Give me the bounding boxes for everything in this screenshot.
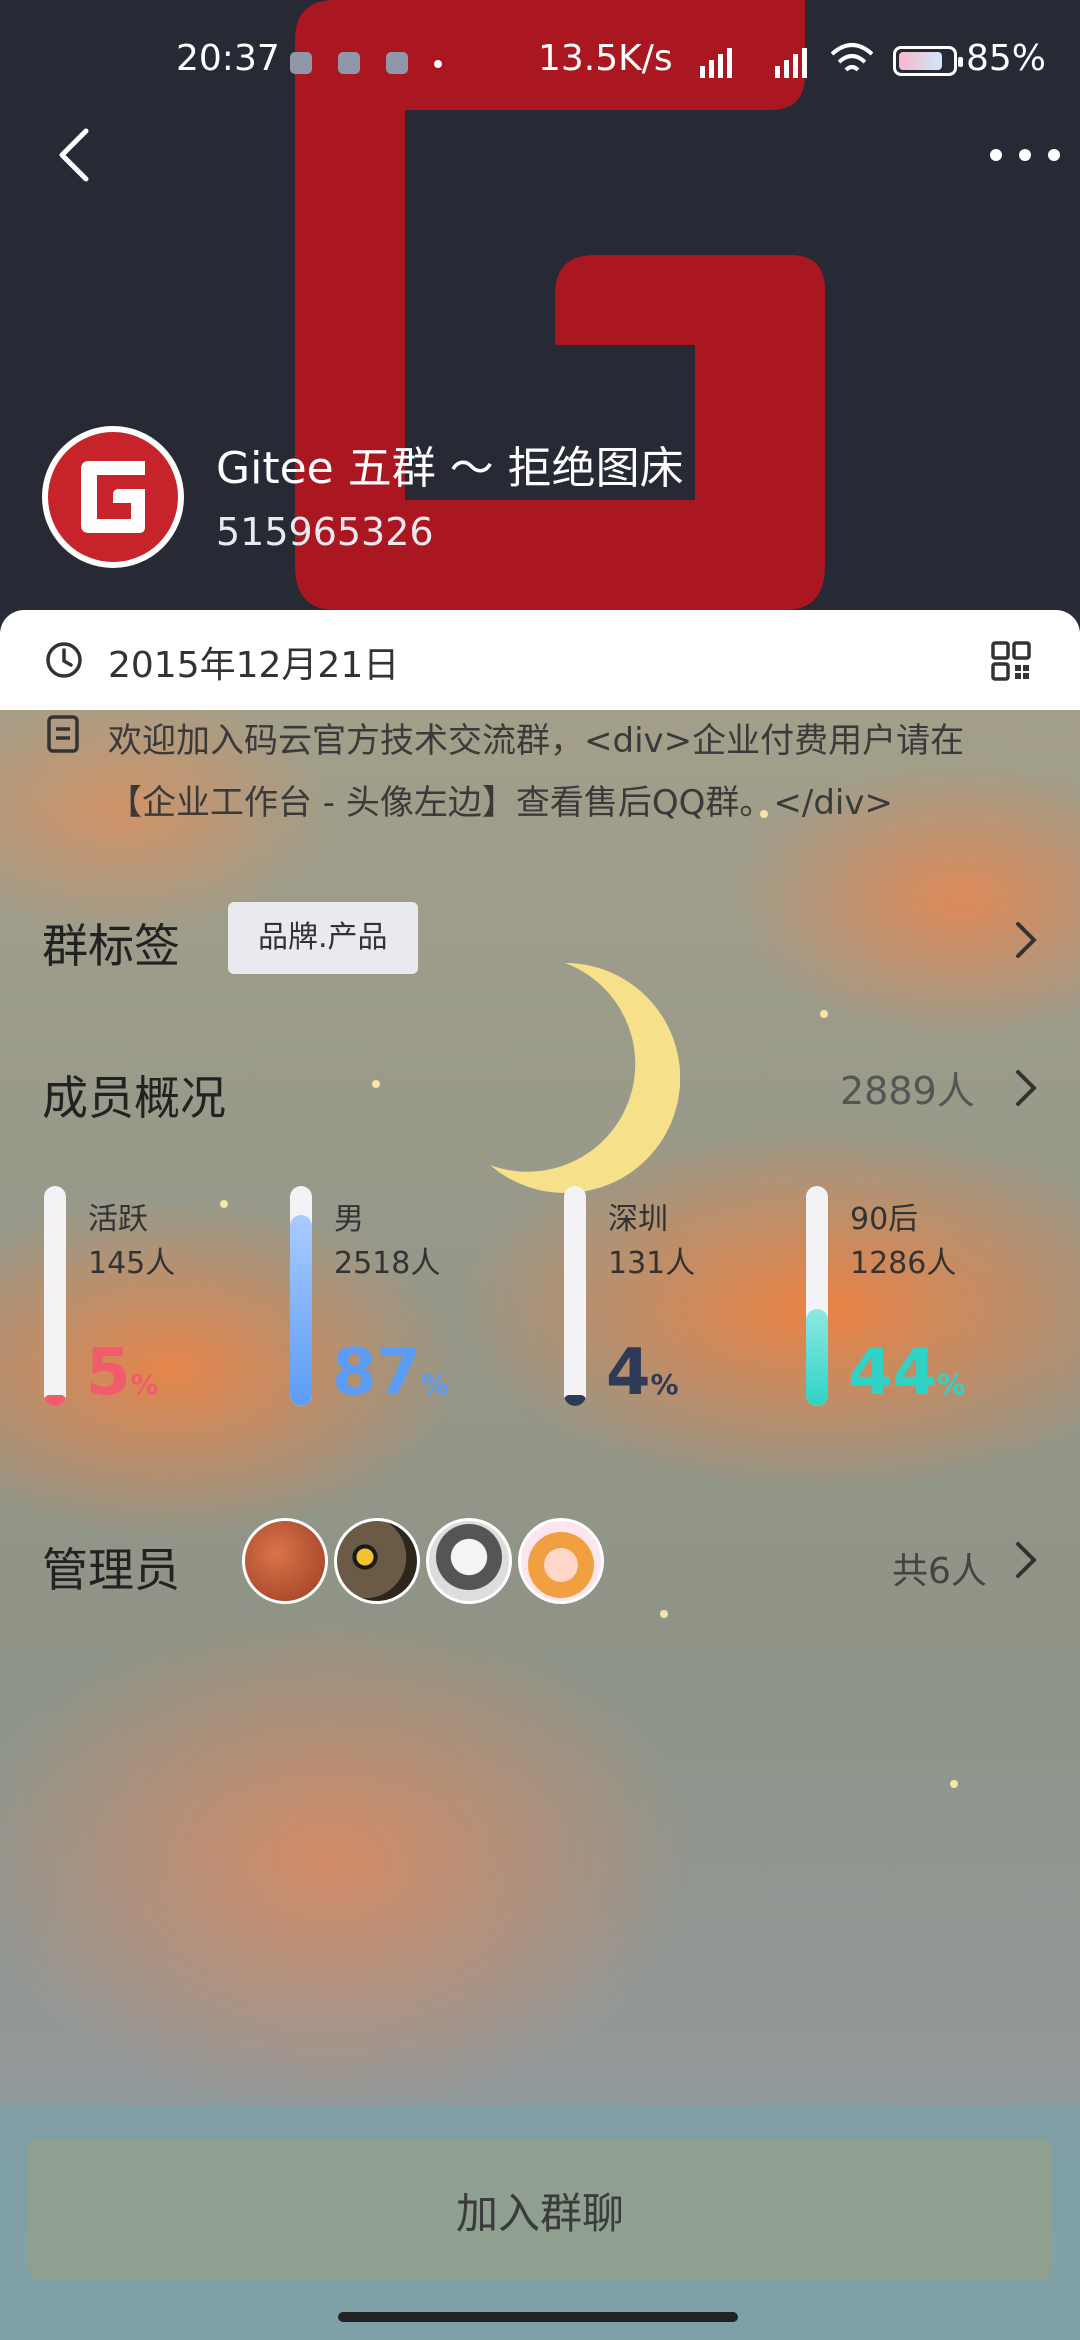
member-total[interactable]: 2889人 (840, 1060, 975, 1115)
stat-male: 男 2518人 87% (290, 1186, 490, 1426)
members-chevron-right-icon[interactable] (1010, 1068, 1040, 1108)
stat-count: 2518人 (334, 1246, 441, 1281)
stat-bar-fill (806, 1309, 828, 1406)
wifi-icon (830, 43, 874, 72)
battery-icon (893, 46, 963, 76)
stat-percent: 4% (606, 1336, 679, 1410)
battery-level (899, 52, 943, 70)
stat-label: 深圳 (608, 1202, 668, 1237)
stat-count: 131人 (608, 1246, 696, 1281)
stat-bar (564, 1186, 586, 1406)
date-bar: 2015年12月21日 (0, 610, 1080, 710)
group-id: 515965326 (216, 510, 434, 554)
join-group-button[interactable]: 加入群聊 (28, 2140, 1052, 2280)
stat-label: 90后 (850, 1202, 919, 1237)
stat-bar (290, 1186, 312, 1406)
stat-count: 145人 (88, 1246, 176, 1281)
stat-active: 活跃 145人 5% (44, 1186, 244, 1426)
stat-percent: 87% (332, 1336, 450, 1410)
stat-bar (806, 1186, 828, 1406)
more-options-button[interactable] (990, 130, 1060, 180)
home-indicator[interactable] (338, 2312, 738, 2322)
admin-avatars (242, 1518, 604, 1604)
message-notification-icon (338, 52, 360, 74)
stat-age: 90后 1286人 44% (806, 1186, 1006, 1426)
qr-code-icon[interactable] (990, 640, 1032, 682)
stat-location: 深圳 131人 4% (564, 1186, 764, 1426)
star-decoration (372, 1080, 380, 1088)
stat-label: 男 (334, 1202, 364, 1237)
stat-bar (44, 1186, 66, 1406)
back-arrow-icon[interactable] (48, 125, 108, 185)
admin-total[interactable]: 共6人 (892, 1542, 987, 1594)
battery-percent: 85% (966, 38, 1047, 79)
stat-bar-fill (44, 1395, 66, 1406)
group-header: 20:37 13.5K/s 85% Gitee 五群 ～ 拒绝图床 515965… (0, 0, 1080, 610)
app-notification-icon (386, 52, 408, 74)
stat-percent: 44% (848, 1336, 966, 1410)
group-avatar[interactable] (42, 426, 184, 568)
status-time: 20:37 (176, 38, 280, 79)
stat-percent: 5% (86, 1336, 159, 1410)
stat-bar-fill (564, 1395, 586, 1406)
stat-bar-fill (290, 1214, 312, 1406)
signal-icon (700, 42, 732, 78)
group-info-panel: 2015年12月21日 欢迎加入码云官方技术交流群，<div>企业付费用户请在【… (0, 610, 1080, 2340)
stat-label: 活跃 (88, 1202, 148, 1237)
gitee-logo-icon (81, 461, 145, 533)
network-speed: 13.5K/s (538, 38, 673, 79)
member-overview-label: 成员概况 (42, 1071, 226, 1125)
star-decoration (660, 1610, 668, 1618)
admins-chevron-right-icon[interactable] (1010, 1540, 1040, 1580)
star-decoration (950, 1780, 958, 1788)
signal-icon-2 (775, 42, 807, 78)
group-tags-label: 群标签 (42, 919, 180, 973)
admins-label: 管理员 (42, 1543, 180, 1597)
group-tag-chip[interactable]: 品牌.产品 (228, 902, 418, 974)
created-date: 2015年12月21日 (108, 645, 400, 686)
document-icon (47, 715, 79, 753)
sweet-potato-avatar[interactable] (242, 1518, 328, 1604)
tags-chevron-right-icon[interactable] (1010, 920, 1040, 960)
clock-icon (46, 642, 82, 678)
stat-count: 1286人 (850, 1246, 957, 1281)
moon-illustration (490, 963, 680, 1193)
anime-boy-avatar[interactable] (426, 1518, 512, 1604)
owl-avatar[interactable] (334, 1518, 420, 1604)
notification-icons (290, 52, 442, 74)
browser-notification-icon (290, 52, 312, 74)
more-notifications-dot-icon (434, 60, 442, 68)
group-name: Gitee 五群 ～ 拒绝图床 (216, 443, 684, 494)
cartoon-girl-avatar[interactable] (518, 1518, 604, 1604)
status-bar: 20:37 13.5K/s 85% (0, 30, 1080, 90)
group-introduction: 欢迎加入码云官方技术交流群，<div>企业付费用户请在【企业工作台 - 头像左边… (108, 721, 965, 823)
star-decoration (820, 1010, 828, 1018)
